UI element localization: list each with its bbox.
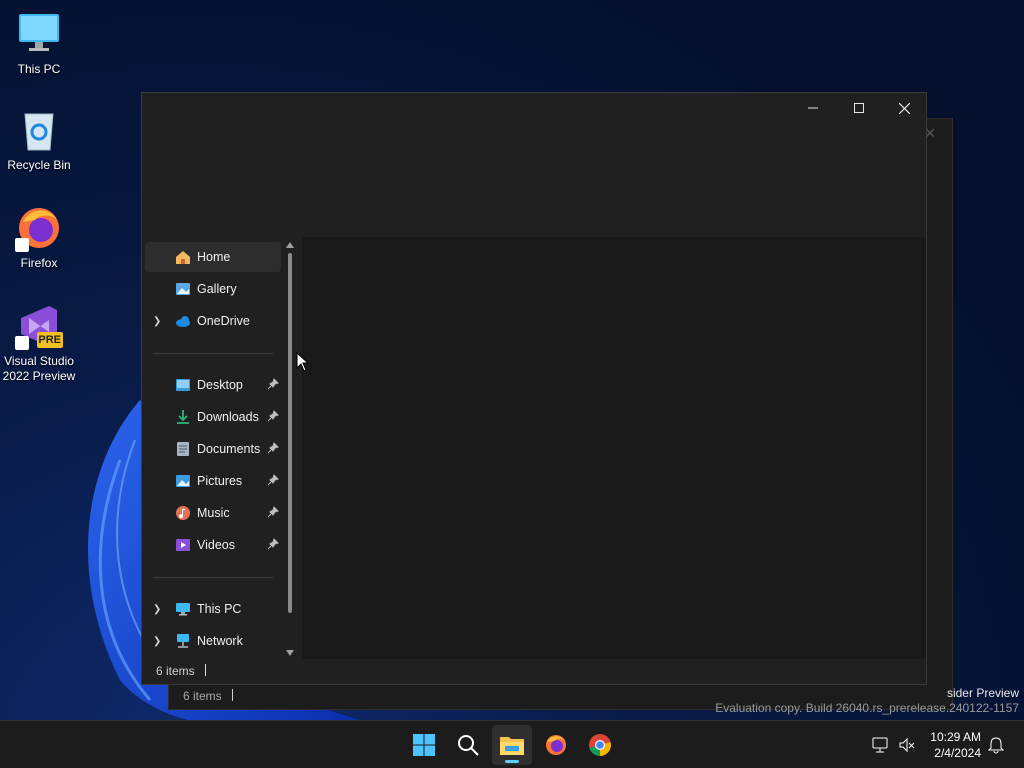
file-explorer-taskbar-button[interactable]	[492, 725, 532, 765]
desktop-icon-recycle-bin[interactable]: Recycle Bin	[1, 106, 77, 173]
title-bar[interactable]	[142, 93, 926, 237]
nav-scrollbar-thumb[interactable]	[288, 253, 292, 613]
videos-icon	[176, 539, 190, 551]
gallery-icon	[176, 283, 190, 295]
item-count: 6 items	[183, 689, 222, 703]
nav-item-documents[interactable]: Documents	[145, 434, 281, 464]
nav-item-label: Gallery	[197, 282, 237, 296]
nav-item-label: This PC	[197, 602, 242, 616]
background-status-bar: 6 items	[183, 689, 233, 703]
mouse-cursor-icon	[296, 352, 308, 372]
this-pc-icon	[176, 603, 190, 616]
shortcut-arrow-icon	[15, 336, 29, 350]
nav-item-label: Videos	[197, 538, 235, 552]
search-icon	[458, 735, 479, 756]
volume-muted-icon[interactable]	[898, 736, 916, 754]
nav-item-label: Pictures	[197, 474, 243, 488]
pin-icon	[267, 378, 279, 390]
scroll-up-arrow-icon[interactable]	[285, 241, 295, 249]
pin-icon	[267, 506, 279, 518]
nav-item-this-pc[interactable]: ❯ This PC	[145, 594, 281, 624]
firefox-icon	[15, 204, 63, 252]
pin-icon	[267, 538, 279, 550]
chevron-right-icon[interactable]: ❯	[153, 316, 161, 327]
home-icon	[176, 251, 190, 264]
notification-bell-icon[interactable]	[988, 736, 1004, 754]
navigation-pane[interactable]: Home Gallery ❯ OneDrive Desktop Download…	[142, 237, 302, 661]
recycle-bin-icon	[15, 106, 63, 154]
shortcut-arrow-icon	[15, 238, 29, 252]
nav-item-home[interactable]: Home	[145, 242, 281, 272]
content-pane[interactable]	[302, 237, 926, 661]
nav-item-label: Desktop	[197, 378, 243, 392]
nav-item-label: Documents	[197, 442, 261, 456]
desktop-icon-label: Firefox	[20, 256, 58, 270]
nav-item-label: Network	[197, 634, 243, 648]
nav-item-onedrive[interactable]: ❯ OneDrive	[145, 306, 281, 336]
nav-item-label: Home	[197, 250, 231, 264]
minimize-button[interactable]	[790, 93, 836, 123]
pin-icon	[267, 410, 279, 422]
network-icon	[177, 634, 189, 648]
chrome-icon	[589, 734, 611, 756]
desktop-icon-label: Visual Studio 2022 Preview	[2, 354, 76, 383]
nav-item-desktop[interactable]: Desktop	[145, 370, 281, 400]
file-explorer-window[interactable]: Home Gallery ❯ OneDrive Desktop Download…	[141, 92, 927, 685]
chevron-right-icon[interactable]: ❯	[153, 604, 161, 615]
build-watermark-title: sider Preview	[946, 686, 1019, 700]
maximize-icon	[854, 103, 864, 113]
desktop-folder-icon	[176, 379, 190, 391]
start-button[interactable]	[404, 725, 444, 765]
documents-icon	[177, 442, 189, 456]
item-count: 6 items	[156, 664, 195, 678]
pictures-icon	[176, 475, 190, 487]
search-button[interactable]	[448, 725, 488, 765]
close-button[interactable]	[881, 93, 927, 123]
music-icon	[176, 506, 190, 520]
nav-item-music[interactable]: Music	[145, 498, 281, 528]
chevron-right-icon[interactable]: ❯	[153, 636, 161, 647]
nav-item-pictures[interactable]: Pictures	[145, 466, 281, 496]
build-watermark-build: Evaluation copy. Build 26040.rs_prerelea…	[715, 701, 1019, 715]
desktop-icon-this-pc[interactable]: This PC	[1, 10, 77, 77]
nav-item-downloads[interactable]: Downloads	[145, 402, 281, 432]
minimize-icon	[808, 107, 818, 109]
downloads-icon	[177, 410, 189, 424]
chrome-taskbar-button[interactable]	[580, 725, 620, 765]
desktop-icon-label: This PC	[17, 62, 61, 76]
nav-divider	[153, 353, 273, 354]
nav-item-videos[interactable]: Videos	[145, 530, 281, 560]
close-icon	[898, 102, 910, 114]
pin-icon	[267, 442, 279, 454]
clock-date: 2/4/2024	[934, 746, 981, 760]
display-project-icon[interactable]	[872, 736, 890, 754]
desktop-icon-label: Recycle Bin	[7, 158, 71, 172]
nav-divider	[153, 577, 273, 578]
nav-item-label: Downloads	[197, 410, 259, 424]
pin-icon	[267, 474, 279, 486]
status-bar: 6 items	[142, 659, 926, 684]
onedrive-icon	[176, 316, 190, 327]
maximize-button[interactable]	[836, 93, 882, 123]
nav-item-gallery[interactable]: Gallery	[145, 274, 281, 304]
preview-badge: PRE	[38, 334, 61, 346]
start-icon	[413, 734, 435, 756]
clock-time: 10:29 AM	[930, 730, 981, 744]
system-clock[interactable]: 10:29 AM 2/4/2024	[930, 729, 981, 761]
desktop-icon-firefox[interactable]: Firefox	[1, 204, 77, 271]
nav-item-network[interactable]: ❯ Network	[145, 626, 281, 656]
taskbar: 10:29 AM 2/4/2024	[0, 720, 1024, 768]
firefox-icon	[546, 735, 566, 755]
nav-item-label: Music	[197, 506, 230, 520]
file-explorer-icon	[500, 737, 524, 755]
desktop-icon-visual-studio[interactable]: PRE Visual Studio 2022 Preview	[1, 302, 77, 384]
active-app-indicator	[505, 760, 519, 763]
monitor-icon	[15, 10, 63, 58]
visual-studio-icon: PRE	[15, 302, 63, 350]
firefox-taskbar-button[interactable]	[536, 725, 576, 765]
nav-item-label: OneDrive	[197, 314, 250, 328]
scroll-down-arrow-icon[interactable]	[285, 649, 295, 657]
